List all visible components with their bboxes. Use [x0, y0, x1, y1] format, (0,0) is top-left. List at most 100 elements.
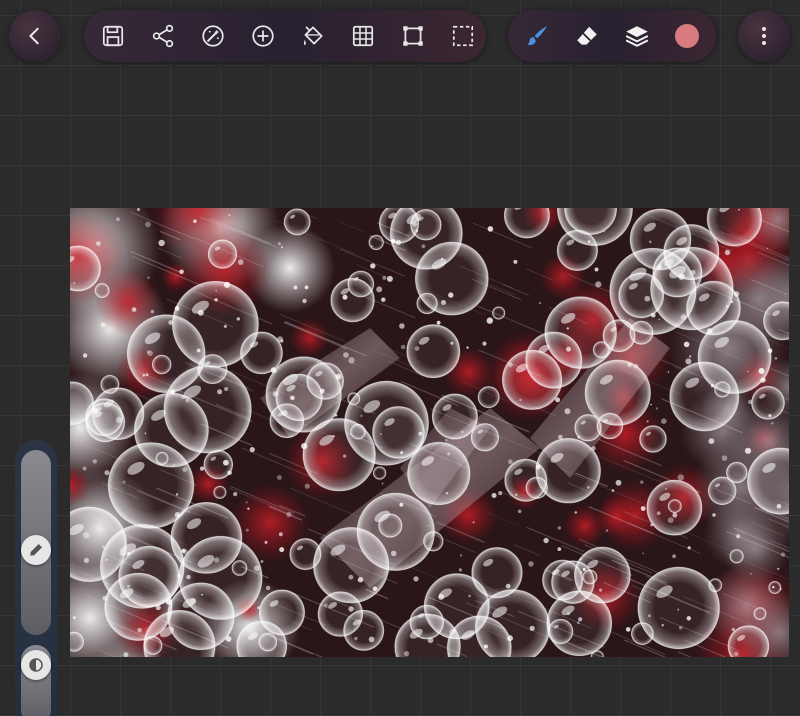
paint-dot — [450, 341, 454, 345]
add-icon — [252, 25, 274, 47]
paint-dot — [122, 480, 126, 484]
paint-dot — [142, 374, 146, 377]
paint-dot — [415, 229, 419, 232]
paint-dot — [105, 558, 108, 562]
transform-button[interactable] — [398, 21, 428, 51]
paint-dot — [577, 435, 581, 439]
bubble — [368, 234, 384, 251]
paint-dot — [667, 371, 670, 373]
paint-dot — [558, 434, 563, 440]
grid-button[interactable] — [348, 21, 378, 51]
bubble — [492, 306, 506, 320]
paint-dot — [334, 413, 338, 417]
selection-button[interactable] — [448, 21, 478, 51]
fill-button[interactable] — [298, 21, 328, 51]
paint-dot — [335, 373, 342, 380]
bubble — [596, 412, 624, 440]
paint-dot — [102, 595, 108, 601]
share-icon — [152, 24, 174, 48]
adjustments-button[interactable] — [198, 21, 228, 51]
paint-dot — [758, 368, 765, 374]
paint-dot — [721, 455, 728, 461]
paint-dot — [498, 491, 503, 496]
paint-dot — [650, 403, 652, 406]
paint-dot — [427, 637, 434, 644]
bubble — [751, 385, 785, 420]
paint-dot — [712, 513, 716, 517]
paint-dot — [680, 314, 687, 320]
layers-button[interactable] — [622, 21, 652, 51]
paint-dot — [771, 421, 774, 425]
back-button[interactable] — [9, 10, 61, 62]
paint-dot — [319, 388, 325, 394]
share-button[interactable] — [148, 21, 178, 51]
drawing-canvas[interactable] — [70, 208, 789, 657]
draw-toolbar — [508, 10, 716, 62]
brush-button[interactable] — [522, 21, 552, 51]
paint-dot — [706, 328, 713, 334]
paint-dot — [535, 464, 541, 470]
paint-dot — [441, 300, 446, 305]
paint-dot — [213, 557, 220, 563]
paint-dot — [428, 524, 430, 527]
paint-dot — [245, 528, 249, 532]
paint-dot — [678, 625, 683, 630]
paint-dot — [348, 574, 354, 580]
paint-dot — [343, 352, 349, 358]
paint-dot — [175, 493, 179, 496]
paint-dot — [131, 307, 137, 312]
paint-dot — [413, 576, 419, 582]
color-button[interactable] — [672, 21, 702, 51]
add-button[interactable] — [248, 21, 278, 51]
paint-dot — [304, 285, 309, 290]
paint-dot — [566, 346, 571, 352]
paint-dot — [557, 526, 561, 530]
paint-dot — [272, 391, 279, 397]
bubble — [313, 527, 390, 604]
paint-dot — [173, 463, 176, 466]
paint-dot — [245, 501, 248, 504]
paint-dot — [724, 249, 731, 256]
bubble — [344, 380, 429, 466]
paint-dot — [225, 636, 232, 642]
paint-dot — [155, 604, 161, 611]
bubble — [107, 442, 195, 529]
more-menu-button[interactable] — [738, 10, 790, 62]
bubble — [470, 423, 500, 452]
more-vertical-icon — [762, 27, 766, 45]
bubble — [502, 349, 563, 410]
bubble — [637, 566, 720, 650]
paint-dot — [595, 281, 602, 288]
paint-dot — [380, 433, 382, 435]
paint-dot — [686, 616, 691, 621]
paint-dot — [472, 521, 475, 524]
paint-dot — [158, 239, 165, 247]
paint-dot — [615, 479, 622, 486]
paint-dot — [279, 547, 285, 553]
paint-dot — [658, 318, 660, 321]
paint-dot — [224, 387, 229, 391]
paint-dot — [774, 357, 778, 360]
opacity-knob[interactable] — [21, 650, 51, 680]
paint-dot — [567, 612, 570, 616]
paint-dot — [708, 438, 715, 444]
paint-dot — [215, 289, 218, 292]
paint-dot — [82, 466, 87, 471]
bubble — [504, 458, 548, 502]
paint-dot — [182, 467, 188, 473]
save-button[interactable] — [98, 21, 128, 51]
eraser-button[interactable] — [572, 21, 602, 51]
paint-dot — [599, 588, 603, 592]
paint-dot — [747, 370, 749, 373]
paint-dot — [186, 574, 191, 580]
paint-dot — [270, 367, 277, 374]
paint-dot — [281, 246, 283, 249]
bubble — [213, 485, 227, 499]
paint-dot — [381, 482, 384, 485]
opacity-icon — [29, 658, 43, 672]
paint-dot — [655, 407, 659, 410]
paint-dot — [519, 398, 522, 402]
paint-dot — [324, 603, 328, 608]
paint-dot — [150, 309, 155, 314]
paint-dot — [127, 552, 131, 556]
